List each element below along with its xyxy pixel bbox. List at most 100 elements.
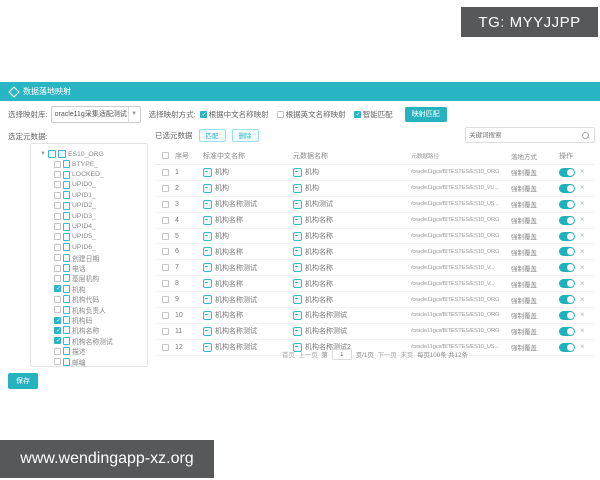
delete-row-icon[interactable]: × — [580, 247, 585, 256]
table-row[interactable]: 5 机构 机构名称 /oracle11gcs/BITESTES/ES10_ORG… — [155, 229, 595, 245]
checkbox-icon[interactable] — [54, 160, 61, 168]
table-row[interactable]: 6 机构名称 机构名称 /oracle11gcs/BITESTES/ES10_O… — [155, 244, 595, 261]
delete-row-icon[interactable]: × — [580, 168, 585, 176]
table-row[interactable]: 7 机构名称测试 机构名称 /oracle11gcs/BITESTES/ES10… — [155, 260, 595, 277]
checkbox-icon[interactable] — [276, 110, 284, 118]
table-row[interactable]: 1 机构 机构 /oracle11gcs/BITESTES/ES10_ORG 强… — [155, 165, 595, 181]
delete-row-icon[interactable]: × — [580, 216, 585, 224]
row-checkbox[interactable] — [161, 168, 169, 176]
row-checkbox[interactable] — [161, 296, 169, 304]
mode-option[interactable]: 根据英文名称映射 — [276, 109, 346, 120]
tree-item[interactable]: UPID4_ — [54, 221, 144, 231]
checkbox-icon[interactable] — [54, 254, 61, 262]
pagination-last[interactable]: 末页 — [401, 350, 414, 359]
checkbox-icon[interactable] — [54, 212, 61, 220]
checkbox-icon[interactable] — [353, 110, 362, 119]
delete-button[interactable]: 删除 — [231, 128, 259, 142]
pagination-next[interactable]: 下一页 — [378, 350, 397, 359]
checkbox-icon[interactable] — [54, 223, 61, 231]
match-mapping-button[interactable]: 映射匹配 — [404, 106, 447, 122]
tree-item[interactable]: 邮编 — [54, 356, 144, 366]
mode-option[interactable]: 智能匹配 — [353, 109, 393, 120]
checkbox-icon[interactable] — [54, 191, 61, 199]
table-row[interactable]: 8 机构名称 机构名称 /oracle11gcs/BITESTES/ES10_V… — [155, 276, 595, 293]
delete-row-icon[interactable]: × — [580, 327, 585, 335]
enable-toggle[interactable] — [559, 183, 575, 193]
tree-item[interactable]: 描述 — [54, 346, 144, 356]
delete-row-icon[interactable]: × — [580, 184, 585, 192]
tree-item[interactable]: LOCKED_ — [54, 169, 144, 179]
checkbox-icon[interactable] — [54, 306, 61, 314]
enable-toggle[interactable] — [559, 199, 575, 209]
tree-item[interactable]: 机构负责人 — [54, 304, 144, 315]
enable-toggle[interactable] — [559, 215, 575, 225]
table-row[interactable]: 2 机构 机构 /oracle11gcs/BITESTES/ES10_VU...… — [155, 181, 595, 197]
checkbox-icon[interactable] — [54, 171, 61, 179]
tree-item[interactable]: 机构名称 — [54, 325, 144, 335]
caret-down-icon[interactable]: ▼ — [40, 151, 46, 157]
row-checkbox[interactable] — [161, 327, 169, 335]
page-number-input[interactable] — [331, 349, 352, 360]
tree-item[interactable]: UPID1_ — [54, 190, 144, 200]
delete-row-icon[interactable]: × — [580, 232, 585, 240]
checkbox-icon[interactable] — [199, 110, 208, 119]
select-all-checkbox[interactable] — [161, 152, 169, 159]
checkbox-icon[interactable] — [54, 233, 61, 241]
delete-row-icon[interactable]: × — [580, 311, 585, 319]
mode-option[interactable]: 根据中文名称映射 — [199, 109, 269, 120]
table-row[interactable]: 11 机构名称测试 机构名称测试 /oracle11gcs/BITESTES/E… — [155, 324, 595, 340]
tree-item[interactable]: 电话 — [54, 263, 144, 273]
checkbox-icon[interactable] — [54, 285, 62, 293]
checkbox-icon[interactable] — [54, 326, 62, 335]
chevron-down-icon[interactable]: ▼ — [127, 106, 140, 122]
checkbox-icon[interactable] — [54, 295, 61, 303]
checkbox-icon[interactable] — [54, 243, 61, 251]
delete-row-icon[interactable]: × — [580, 295, 585, 304]
tree-root-node[interactable]: ▼ ES10_ORG — [40, 149, 144, 159]
tree-item[interactable]: 机构名称测试 — [54, 336, 144, 346]
enable-toggle[interactable] — [559, 247, 575, 257]
table-row[interactable]: 4 机构名称 机构名称 /oracle11gcs/BITESTES/ES10_O… — [155, 213, 595, 229]
enable-toggle[interactable] — [559, 310, 575, 320]
checkbox-icon[interactable] — [54, 337, 62, 345]
row-checkbox[interactable] — [161, 280, 169, 288]
tree-item[interactable]: BTYPE_ — [54, 159, 144, 169]
tree-item[interactable]: 创建日期 — [54, 253, 144, 263]
checkbox-icon[interactable] — [54, 347, 61, 355]
pagination-first[interactable]: 首页 — [282, 350, 295, 359]
row-checkbox[interactable] — [161, 232, 169, 240]
enable-toggle[interactable] — [559, 295, 575, 305]
table-row[interactable]: 10 机构名称 机构名称测试 /oracle11gcs/BITESTES/ES1… — [155, 308, 595, 324]
enable-toggle[interactable] — [559, 279, 575, 289]
delete-row-icon[interactable]: × — [580, 200, 585, 208]
tree-item[interactable]: UPID3_ — [54, 211, 144, 221]
delete-row-icon[interactable]: × — [580, 263, 585, 272]
tree-item[interactable]: 机构 — [54, 284, 144, 294]
enable-toggle[interactable] — [559, 326, 575, 336]
enable-toggle[interactable] — [559, 167, 575, 177]
checkbox-icon[interactable] — [54, 202, 61, 210]
checkbox-icon[interactable] — [54, 358, 61, 366]
checkbox-icon[interactable] — [54, 264, 61, 272]
search-input[interactable] — [466, 131, 582, 139]
search-icon[interactable] — [582, 131, 589, 139]
enable-toggle[interactable] — [559, 231, 575, 241]
tree-item[interactable]: 机构码 — [54, 315, 144, 325]
tree-item[interactable]: 基层机构 — [54, 273, 144, 283]
table-row[interactable]: 3 机构名称测试 机构测试 /oracle11gcs/BITESTES/ES10… — [155, 197, 595, 213]
tree-item[interactable]: 机构代码 — [54, 294, 144, 304]
row-checkbox[interactable] — [161, 216, 169, 224]
row-checkbox[interactable] — [161, 184, 169, 192]
library-select[interactable]: oracle11g采集适配测试 ▼ — [50, 105, 141, 123]
row-checkbox[interactable] — [161, 311, 169, 319]
delete-row-icon[interactable]: × — [580, 279, 585, 288]
checkbox-icon[interactable] — [54, 181, 61, 189]
checkbox-icon[interactable] — [54, 274, 61, 282]
enable-toggle[interactable] — [559, 263, 575, 273]
save-button[interactable]: 保存 — [8, 373, 38, 389]
tree-item[interactable]: UPID2_ — [54, 201, 144, 211]
tree-item[interactable]: UPID5_ — [54, 232, 144, 242]
tree-item[interactable]: UPID6_ — [54, 242, 144, 252]
row-checkbox[interactable] — [161, 264, 169, 272]
pagination-prev[interactable]: 上一页 — [299, 350, 318, 359]
